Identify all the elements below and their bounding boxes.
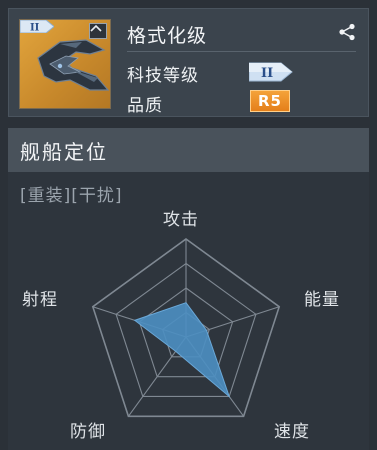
header-divider — [127, 51, 356, 52]
quality-badge: R5 — [250, 90, 290, 112]
chevron-up-icon — [90, 24, 102, 32]
tier-tag-icon: II — [20, 20, 54, 33]
axis-label-energy: 能量 — [304, 290, 340, 310]
ship-thumbnail[interactable]: II — [19, 19, 111, 109]
ship-name: 格式化级 — [127, 25, 208, 47]
axis-label-range: 射程 — [22, 290, 58, 310]
share-icon[interactable] — [338, 23, 356, 41]
collapse-button[interactable] — [89, 23, 107, 39]
quality-label: 品质 — [127, 96, 163, 116]
tech-level-label: 科技等级 — [127, 66, 199, 86]
tier-tag-text: II — [30, 23, 40, 34]
axis-label-speed: 速度 — [274, 422, 310, 442]
axis-label-attack: 攻击 — [163, 210, 199, 230]
ship-header-card: II 格式化级 科技等级 II 品质 R5 — [8, 8, 369, 117]
axis-label-defense: 防御 — [70, 422, 106, 442]
ship-positioning-section: 舰船定位 [重装][干扰] 攻击 能量 速度 防御 射程 — [8, 128, 369, 450]
tech-level-badge: II — [249, 62, 293, 82]
tech-level-value: II — [261, 66, 273, 81]
